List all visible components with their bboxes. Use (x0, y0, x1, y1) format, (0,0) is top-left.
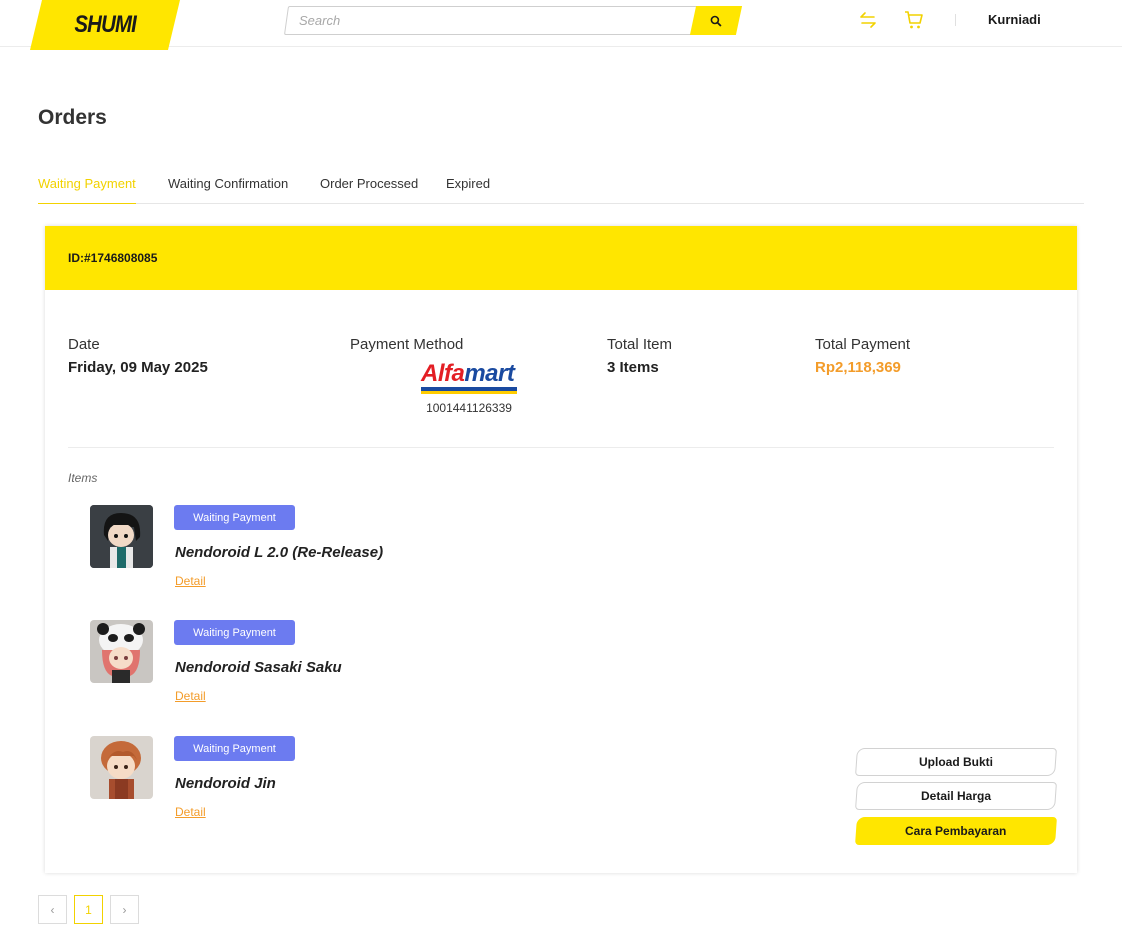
cart-icon[interactable] (904, 10, 924, 30)
top-header: SHUMI Kurniadi (0, 0, 1122, 50)
date-value: Friday, 09 May 2025 (68, 359, 208, 376)
search-bar (283, 6, 743, 35)
status-badge: Waiting Payment (174, 736, 295, 761)
order-id: ID:#1746808085 (68, 251, 158, 265)
upload-proof-button[interactable]: Upload Bukti (855, 748, 1057, 776)
total-item-value: 3 Items (607, 359, 659, 376)
product-detail-link[interactable]: Detail (175, 805, 206, 819)
alfamart-logo-bar-yellow (421, 391, 517, 394)
card-divider (68, 447, 1054, 448)
total-payment-value: Rp2,118,369 (815, 359, 901, 376)
tab-waiting-payment[interactable]: Waiting Payment (38, 176, 136, 204)
status-badge: Waiting Payment (174, 505, 295, 530)
how-to-pay-label: Cara Pembayaran (905, 824, 1007, 838)
order-card-header: ID:#1746808085 (45, 226, 1077, 290)
product-thumbnail (90, 736, 153, 799)
product-name: Nendoroid Sasaki Saku (175, 659, 342, 676)
header-divider (955, 14, 956, 26)
shumi-logo[interactable]: SHUMI (30, 0, 180, 50)
price-detail-label: Detail Harga (920, 789, 992, 803)
swap-icon[interactable] (858, 10, 878, 30)
product-name: Nendoroid L 2.0 (Re-Release) (175, 544, 384, 561)
tab-waiting-confirmation[interactable]: Waiting Confirmation (168, 176, 288, 204)
price-detail-button[interactable]: Detail Harga (855, 782, 1057, 810)
total-item-label: Total Item (607, 336, 673, 353)
status-badge: Waiting Payment (174, 620, 295, 645)
pagination-next-button[interactable]: › (110, 895, 139, 924)
date-label: Date (68, 336, 100, 353)
total-payment-label: Total Payment (815, 336, 911, 353)
order-item: Waiting Payment Nendoroid Jin Detail (90, 736, 490, 836)
order-tabs: Waiting Payment Waiting Confirmation Ord… (38, 174, 1084, 204)
payment-method-label: Payment Method (350, 336, 464, 353)
figure-sasaki-saku-image (90, 620, 153, 683)
payment-code: 1001441126339 (426, 401, 512, 415)
search-input-wrap (283, 6, 709, 35)
upload-proof-label: Upload Bukti (919, 755, 993, 769)
alfamart-logo-text: Alfamart (421, 361, 517, 387)
page-title: Orders (38, 106, 107, 129)
search-button[interactable] (689, 6, 743, 35)
figure-jin-image (90, 736, 153, 799)
how-to-pay-button[interactable]: Cara Pembayaran (855, 817, 1057, 845)
alfamart-logo: Alfamart (421, 361, 517, 395)
product-detail-link[interactable]: Detail (175, 689, 206, 703)
product-detail-link[interactable]: Detail (175, 574, 206, 588)
product-thumbnail (90, 620, 153, 683)
product-thumbnail (90, 505, 153, 568)
order-card: ID:#1746808085 Date Friday, 09 May 2025 … (45, 226, 1077, 873)
tab-expired[interactable]: Expired (446, 176, 490, 204)
figure-l-image (90, 505, 153, 568)
alfamart-logo-brand: Alfamart (421, 360, 515, 387)
search-input[interactable] (287, 7, 705, 34)
order-item: Waiting Payment Nendoroid L 2.0 (Re-Rele… (90, 505, 490, 605)
pagination-prev-button[interactable]: ‹ (38, 895, 67, 924)
pagination-page-1[interactable]: 1 (74, 895, 103, 924)
order-item: Waiting Payment Nendoroid Sasaki Saku De… (90, 620, 490, 720)
product-name: Nendoroid Jin (175, 775, 276, 792)
search-icon (710, 15, 722, 27)
items-label: Items (68, 471, 98, 485)
tab-order-processed[interactable]: Order Processed (320, 176, 418, 204)
logo-text: SHUMI (74, 11, 136, 38)
user-name[interactable]: Kurniadi (988, 12, 1041, 27)
